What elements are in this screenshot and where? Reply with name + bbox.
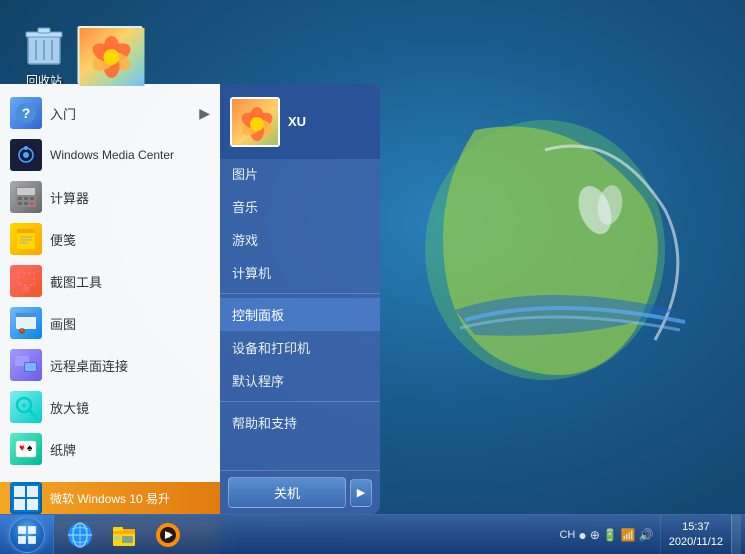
menu-item-calc-label: 计算器 — [50, 188, 89, 207]
right-menu-help[interactable]: 帮助和支持 — [220, 406, 380, 439]
right-menu-computer[interactable]: 计算机 — [220, 256, 380, 289]
wmc-icon — [10, 139, 42, 171]
taskbar-right: CH ● ⊕ 🔋 📶 🔊 15:37 2020/11/12 — [553, 515, 745, 554]
tray-icon-2: ⊕ — [590, 528, 600, 542]
svg-text:+: + — [21, 401, 27, 412]
user-thumbnail — [78, 26, 143, 84]
system-tray: CH ● ⊕ 🔋 📶 🔊 — [553, 515, 659, 554]
start-menu-programs: ? 入门 ▶ Windows Media Center — [0, 84, 220, 474]
shutdown-bar: 关机 ▶ — [220, 470, 380, 514]
right-menu-games[interactable]: 游戏 — [220, 223, 380, 256]
menu-item-wmc[interactable]: Windows Media Center — [0, 134, 220, 176]
recycle-bin[interactable]: 回收站 — [20, 20, 68, 89]
svg-text:♠: ♠ — [27, 443, 33, 454]
start-orb — [9, 517, 45, 553]
desktop: 回收站 — [0, 0, 745, 554]
menu-item-notepad[interactable]: 便笺 — [0, 218, 220, 260]
shutdown-arrow-button[interactable]: ▶ — [350, 479, 372, 507]
right-menu-control-panel[interactable]: 控制面板 — [220, 298, 380, 331]
tray-icon-network: 📶 — [621, 528, 636, 542]
menu-item-rdp-label: 远程桌面连接 — [50, 356, 128, 375]
calc-icon — [10, 181, 42, 213]
right-menu-divider1 — [220, 293, 380, 294]
start-menu: ? 入门 ▶ Windows Media Center — [0, 84, 390, 514]
svg-text:?: ? — [22, 105, 31, 121]
rumen-icon: ? — [10, 97, 42, 129]
tray-icon-volume[interactable]: 🔊 — [639, 528, 654, 542]
menu-item-rumen-label: 入门 — [50, 104, 76, 123]
snip-icon — [10, 265, 42, 297]
win10-icon — [10, 482, 42, 514]
taskbar-ie[interactable] — [58, 515, 102, 554]
menu-item-paint[interactable]: 画图 — [0, 302, 220, 344]
menu-item-rdp[interactable]: 远程桌面连接 — [0, 344, 220, 386]
menu-item-solitaire-label: 纸牌 — [50, 440, 76, 459]
menu-item-paint-label: 画图 — [50, 314, 76, 333]
menu-item-snip-label: 截图工具 — [50, 272, 102, 291]
windows-logo-icon — [17, 525, 37, 545]
menu-item-win10[interactable]: 微软 Windows 10 易升 — [0, 482, 220, 514]
menu-item-snip[interactable]: 截图工具 — [0, 260, 220, 302]
user-area: XU — [220, 84, 380, 159]
menu-item-rumen[interactable]: ? 入门 ▶ — [0, 92, 220, 134]
recycle-bin-icon — [20, 20, 68, 68]
ie-icon — [66, 521, 94, 549]
menu-item-magnify-label: 放大镜 — [50, 398, 89, 417]
magnify-icon: + — [10, 391, 42, 423]
tray-ch[interactable]: CH — [559, 529, 575, 541]
menu-item-notepad-label: 便笺 — [50, 230, 76, 249]
right-menu-default-programs[interactable]: 默认程序 — [220, 364, 380, 397]
explorer-icon — [110, 521, 138, 549]
show-desktop-button[interactable] — [731, 515, 741, 554]
media-player-icon — [154, 521, 182, 549]
menu-item-win10-label: 微软 Windows 10 易升 — [50, 490, 170, 507]
taskbar-pinned-icons — [54, 515, 190, 554]
rdp-icon — [10, 349, 42, 381]
menu-item-magnify[interactable]: + 放大镜 — [0, 386, 220, 428]
start-button[interactable] — [0, 515, 54, 554]
tray-icon-3: 🔋 — [603, 528, 618, 542]
shutdown-button[interactable]: 关机 — [228, 477, 346, 508]
taskbar-explorer[interactable] — [102, 515, 146, 554]
menu-item-solitaire[interactable]: ♥♠ 纸牌 — [0, 428, 220, 470]
right-menu-divider2 — [220, 401, 380, 402]
user-avatar — [230, 97, 280, 147]
system-clock[interactable]: 15:37 2020/11/12 — [660, 515, 731, 554]
right-menu-devices[interactable]: 设备和打印机 — [220, 331, 380, 364]
paint-icon — [10, 307, 42, 339]
right-menu-music[interactable]: 音乐 — [220, 190, 380, 223]
rumen-arrow: ▶ — [199, 105, 210, 122]
desktop-wallpaper — [395, 50, 695, 390]
solitaire-icon: ♥♠ — [10, 433, 42, 465]
right-menu-pictures[interactable]: 图片 — [220, 157, 380, 190]
menu-item-calc[interactable]: 计算器 — [0, 176, 220, 218]
user-name: XU — [288, 114, 306, 129]
taskbar: CH ● ⊕ 🔋 📶 🔊 15:37 2020/11/12 — [0, 514, 745, 554]
menu-item-wmc-label: Windows Media Center — [50, 148, 174, 162]
notepad-icon — [10, 223, 42, 255]
taskbar-media-player[interactable] — [146, 515, 190, 554]
tray-icon-1: ● — [578, 527, 586, 543]
clock-time: 15:37 — [682, 520, 710, 534]
clock-date: 2020/11/12 — [669, 535, 723, 549]
start-menu-left-panel: ? 入门 ▶ Windows Media Center — [0, 84, 220, 514]
start-menu-right-panel: XU 文档 图片 音乐 游戏 计算机 控制面板 设备和打印机 默认程序 帮助和支… — [220, 84, 380, 514]
